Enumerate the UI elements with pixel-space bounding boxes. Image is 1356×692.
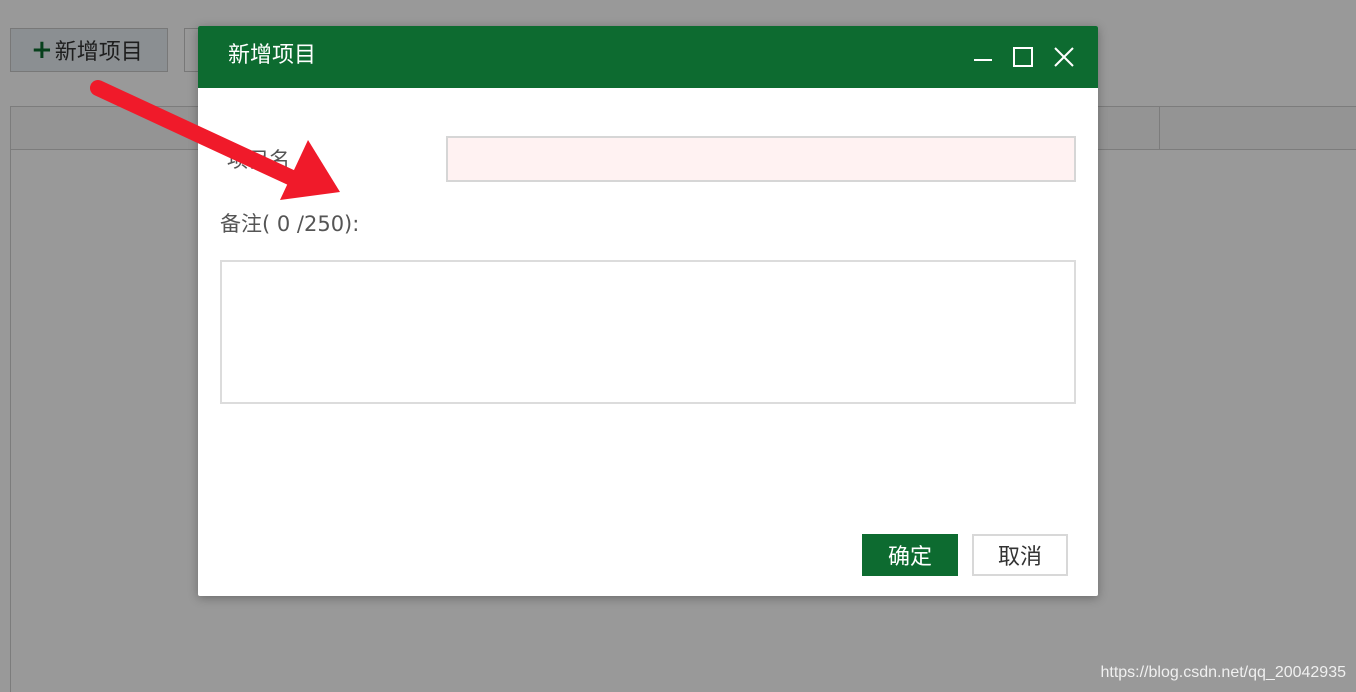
dialog-header[interactable]: 新增项目 [198, 26, 1098, 88]
note-textarea[interactable] [220, 260, 1076, 404]
dialog-title: 新增项目 [228, 43, 317, 68]
confirm-button[interactable]: 确定 [862, 534, 958, 576]
project-name-label: *项目名 [220, 144, 290, 172]
note-label: 备注( 0 /250): [220, 212, 360, 236]
add-project-dialog: 新增项目 *项目名 备注( 0 /250): 确定 取消 [198, 26, 1098, 596]
close-icon[interactable] [1053, 46, 1075, 68]
maximize-icon[interactable] [1012, 46, 1034, 68]
minimize-icon[interactable] [972, 46, 994, 68]
cancel-button[interactable]: 取消 [972, 534, 1068, 576]
required-marker: * [220, 144, 227, 160]
project-name-input[interactable] [446, 136, 1076, 182]
watermark: https://blog.csdn.net/qq_20042935 [1100, 664, 1346, 681]
